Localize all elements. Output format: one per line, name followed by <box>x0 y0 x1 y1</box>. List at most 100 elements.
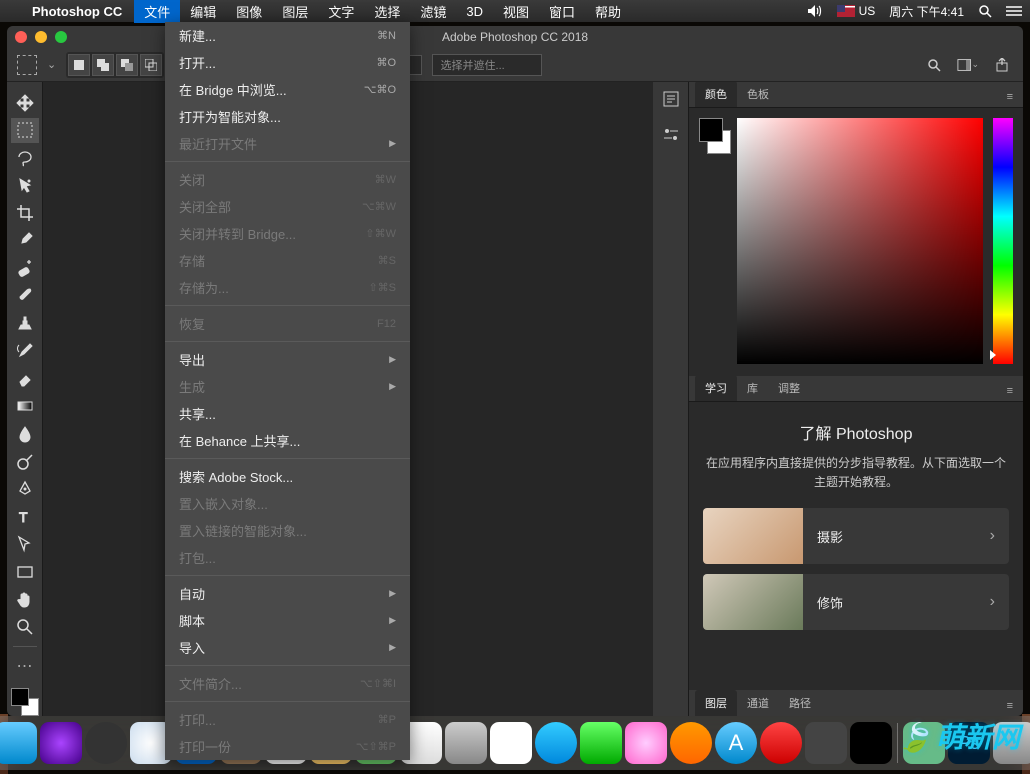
tab-channels[interactable]: 通道 <box>737 690 779 716</box>
menu-edit[interactable]: 编辑 <box>180 0 226 23</box>
dock-sysprefs2[interactable] <box>805 722 847 764</box>
brush-tool[interactable] <box>11 283 39 309</box>
menu-list-icon[interactable] <box>1006 5 1022 17</box>
healing-brush-tool[interactable] <box>11 256 39 282</box>
file-menu-item[interactable]: 新建...⌘N <box>165 22 410 49</box>
menu-image[interactable]: 图像 <box>226 0 272 23</box>
quick-select-tool[interactable] <box>11 173 39 199</box>
properties-panel-icon[interactable] <box>660 124 682 146</box>
file-menu-item[interactable]: 搜索 Adobe Stock... <box>165 463 410 490</box>
file-menu-item[interactable]: 导入▶ <box>165 634 410 661</box>
select-and-mask-button[interactable]: 选择并遮住... <box>432 54 542 76</box>
window-close-button[interactable] <box>15 31 27 43</box>
menu-type[interactable]: 文字 <box>318 0 364 23</box>
tab-libraries[interactable]: 库 <box>737 375 768 401</box>
tab-color[interactable]: 颜色 <box>695 82 737 107</box>
file-menu-item[interactable]: 在 Bridge 中浏览...⌥⌘O <box>165 76 410 103</box>
selection-intersect[interactable] <box>140 54 162 76</box>
color-panel-fg[interactable] <box>699 118 723 142</box>
crop-tool[interactable] <box>11 200 39 226</box>
menu-window[interactable]: 窗口 <box>539 0 585 23</box>
history-brush-tool[interactable] <box>11 338 39 364</box>
file-menu-item[interactable]: 打开...⌘O <box>165 49 410 76</box>
menu-layer[interactable]: 图层 <box>272 0 318 23</box>
path-select-tool[interactable] <box>11 532 39 558</box>
window-maximize-button[interactable] <box>55 31 67 43</box>
color-panel-menu-icon[interactable]: ≡ <box>1003 87 1017 107</box>
selection-subtract[interactable] <box>116 54 138 76</box>
gradient-tool[interactable] <box>11 394 39 420</box>
tab-paths[interactable]: 路径 <box>779 690 821 716</box>
file-menu-item[interactable]: 在 Behance 上共享... <box>165 427 410 454</box>
history-panel-icon[interactable] <box>660 88 682 110</box>
learn-card-retouch[interactable]: 修饰 › <box>703 574 1009 630</box>
type-tool[interactable]: T <box>11 504 39 530</box>
hand-tool[interactable] <box>11 587 39 613</box>
file-menu-item: 打印...⌘P <box>165 706 410 733</box>
tab-adjustments[interactable]: 调整 <box>768 375 810 401</box>
eraser-tool[interactable] <box>11 366 39 392</box>
layers-panel-menu-icon[interactable]: ≡ <box>1003 696 1017 716</box>
menu-select[interactable]: 选择 <box>364 0 410 23</box>
dock-maps[interactable] <box>445 722 487 764</box>
menu-filter[interactable]: 滤镜 <box>410 0 456 23</box>
dock-ibooks[interactable] <box>670 722 712 764</box>
rectangle-tool[interactable] <box>11 559 39 585</box>
color-field[interactable] <box>737 118 983 364</box>
share-icon[interactable] <box>991 54 1013 76</box>
workspace-icon[interactable]: ⌄ <box>957 54 979 76</box>
app-name[interactable]: Photoshop CC <box>32 4 122 19</box>
tool-preset-caret[interactable]: ⌄ <box>47 58 56 71</box>
window-minimize-button[interactable] <box>35 31 47 43</box>
lasso-tool[interactable] <box>11 145 39 171</box>
dock-itunes[interactable] <box>625 722 667 764</box>
eyedropper-tool[interactable] <box>11 228 39 254</box>
zoom-tool[interactable] <box>11 614 39 640</box>
dock-appstore[interactable]: A <box>715 722 757 764</box>
input-locale[interactable]: US <box>837 4 876 18</box>
dock-facetime[interactable] <box>580 722 622 764</box>
tab-layers[interactable]: 图层 <box>695 690 737 716</box>
dock-finder[interactable] <box>0 722 37 764</box>
dock-terminal[interactable] <box>850 722 892 764</box>
move-tool[interactable] <box>11 90 39 116</box>
search-icon[interactable] <box>923 54 945 76</box>
selection-mode-group <box>66 52 164 78</box>
selection-new[interactable] <box>68 54 90 76</box>
tool-preset-icon[interactable] <box>17 55 37 75</box>
edit-toolbar-icon[interactable]: ⋯ <box>11 653 39 679</box>
foreground-background-swatch[interactable] <box>11 688 39 716</box>
menu-help[interactable]: 帮助 <box>585 0 631 23</box>
menu-file[interactable]: 文件 <box>134 0 180 23</box>
learn-title: 了解 Photoshop <box>703 420 1009 444</box>
clock[interactable]: 周六 下午4:41 <box>889 3 964 20</box>
volume-icon[interactable] <box>807 5 823 17</box>
learn-card-photography[interactable]: 摄影 › <box>703 508 1009 564</box>
file-menu-item[interactable]: 脚本▶ <box>165 607 410 634</box>
menu-view[interactable]: 视图 <box>493 0 539 23</box>
dock-reminders[interactable] <box>490 722 532 764</box>
selection-add[interactable] <box>92 54 114 76</box>
menu-3d[interactable]: 3D <box>456 2 493 21</box>
dock-sysprefs[interactable] <box>85 722 127 764</box>
dock-generic[interactable] <box>760 722 802 764</box>
file-menu-item[interactable]: 导出▶ <box>165 346 410 373</box>
hue-slider[interactable] <box>993 118 1013 364</box>
pen-tool[interactable] <box>11 476 39 502</box>
learn-panel-menu-icon[interactable]: ≡ <box>1003 381 1017 401</box>
file-menu-item: 打印一份⌥⇧⌘P <box>165 733 410 760</box>
file-menu-item[interactable]: 自动▶ <box>165 580 410 607</box>
marquee-tool[interactable] <box>11 118 39 144</box>
foreground-color[interactable] <box>11 688 29 706</box>
dock-siri[interactable] <box>40 722 82 764</box>
blur-tool[interactable] <box>11 421 39 447</box>
dodge-tool[interactable] <box>11 449 39 475</box>
file-menu-item: 置入嵌入对象... <box>165 490 410 517</box>
spotlight-icon[interactable] <box>978 4 992 18</box>
tab-swatches[interactable]: 色板 <box>737 82 779 107</box>
dock-messages[interactable] <box>535 722 577 764</box>
clone-stamp-tool[interactable] <box>11 311 39 337</box>
file-menu-item[interactable]: 打开为智能对象... <box>165 103 410 130</box>
tab-learn[interactable]: 学习 <box>695 375 737 401</box>
file-menu-item[interactable]: 共享... <box>165 400 410 427</box>
